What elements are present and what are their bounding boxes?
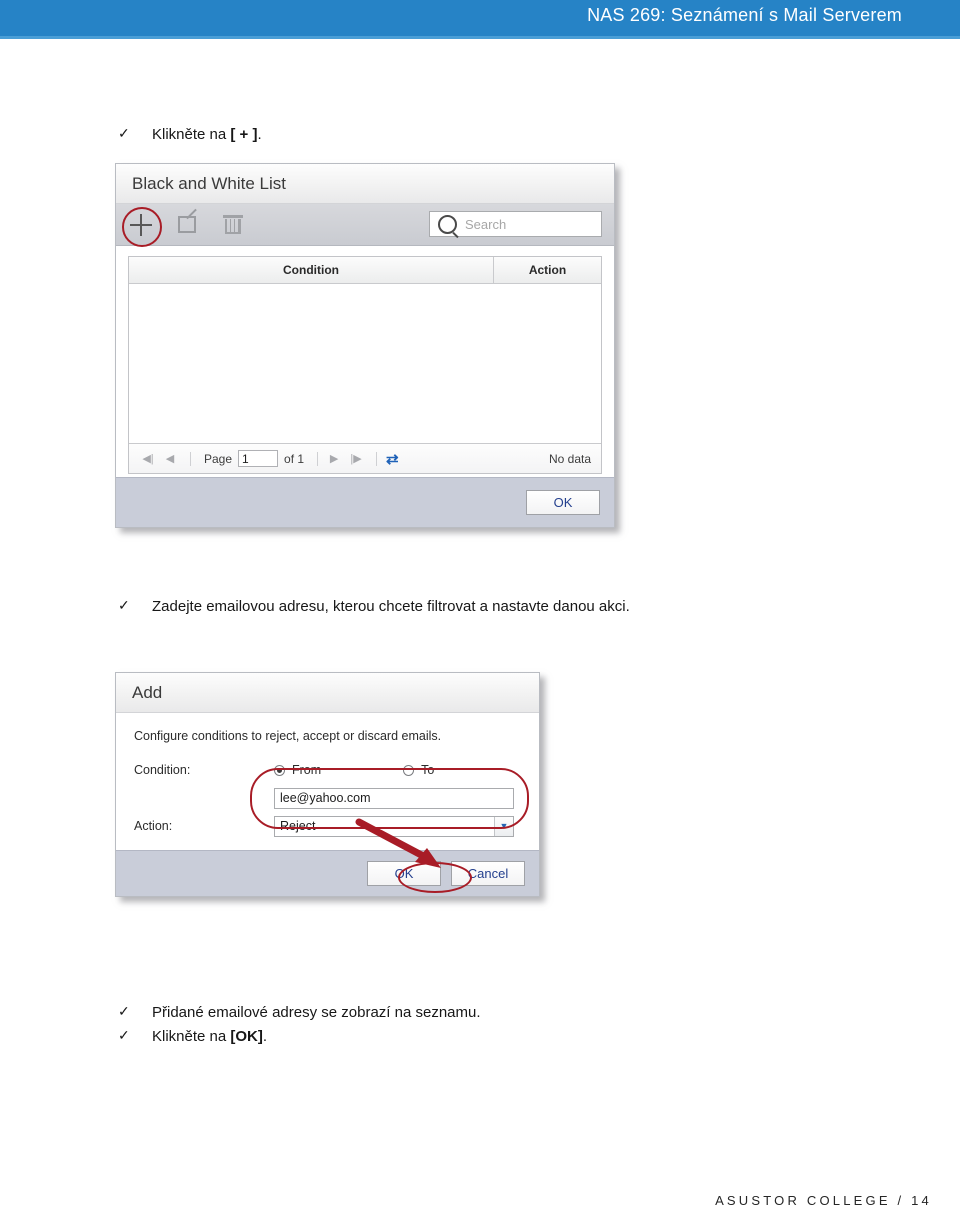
checkmark-icon: ✓ — [118, 1027, 130, 1043]
instruction-step-3: ✓ Přidané emailové adresy se zobrazí na … — [118, 1003, 481, 1023]
instruction-step-3-text: Přidané emailové adresy se zobrazí na se… — [152, 1004, 481, 1021]
pager-status: No data — [548, 451, 591, 466]
email-row — [134, 785, 539, 811]
step1-suffix: . — [257, 126, 262, 143]
trash-icon — [223, 215, 243, 234]
add-dialog: Add Configure conditions to reject, acce… — [115, 672, 540, 897]
add-dialog-footer: OK Cancel — [116, 850, 539, 896]
column-header-condition[interactable]: Condition — [129, 257, 494, 283]
radio-to[interactable]: To — [403, 763, 434, 777]
email-field[interactable] — [274, 787, 514, 809]
action-label: Action: — [134, 819, 173, 833]
step4-suffix: . — [262, 1028, 268, 1045]
instruction-step-1-text: Klikněte na [ + ]. — [152, 125, 262, 145]
page-label: Page — [204, 451, 233, 466]
instruction-step-1: ✓ Klikněte na [ + ]. — [118, 125, 262, 145]
grid-pager: ◀| ◀ Page of 1 ▶ |▶ ⇄ No data — [129, 443, 601, 473]
pager-divider-3 — [376, 451, 378, 466]
radio-to-label: To — [421, 763, 435, 777]
add-dialog-title: Add — [116, 673, 539, 713]
bw-ok-button[interactable]: OK — [526, 490, 600, 515]
checkmark-icon: ✓ — [118, 1003, 130, 1019]
page-of-label: of 1 — [284, 451, 305, 466]
instruction-step-4-text: Klikněte na [OK]. — [152, 1027, 267, 1047]
instruction-step-2-text: Zadejte emailovou adresu, kterou chcete … — [152, 598, 630, 615]
page-header-band: NAS 269: Seznámení s Mail Serverem — [0, 0, 960, 36]
prev-page-button[interactable]: ◀ — [161, 450, 179, 468]
search-icon — [438, 214, 457, 234]
page-number-input[interactable] — [238, 450, 279, 467]
pager-divider-1 — [190, 451, 191, 466]
add-dialog-body: Configure conditions to reject, accept o… — [116, 713, 539, 855]
delete-button[interactable] — [218, 210, 248, 240]
add-dialog-description: Configure conditions to reject, accept o… — [134, 729, 442, 743]
checkmark-icon: ✓ — [118, 125, 130, 141]
chevron-down-icon[interactable]: ▼ — [494, 816, 513, 836]
refresh-icon[interactable]: ⇄ — [386, 450, 399, 468]
condition-row: Condition: From To — [134, 757, 539, 783]
add-ok-button[interactable]: OK — [367, 861, 441, 886]
grid-header-row: Condition Action — [129, 257, 601, 284]
bw-data-grid: Condition Action ◀| ◀ Page of 1 ▶ |▶ ⇄ N… — [128, 256, 602, 474]
add-button[interactable] — [126, 210, 156, 240]
add-cancel-button[interactable]: Cancel — [451, 861, 525, 886]
bw-grid-wrapper: Condition Action ◀| ◀ Page of 1 ▶ |▶ ⇄ N… — [116, 246, 614, 474]
radio-to-indicator — [403, 764, 415, 776]
search-input[interactable]: Search — [429, 211, 602, 237]
action-selected-value: Reject — [280, 819, 316, 833]
page-title: NAS 269: Seznámení s Mail Serverem — [587, 5, 902, 25]
header-divider — [0, 36, 960, 39]
page-footer: ASUSTOR COLLEGE / 14 — [715, 1193, 932, 1208]
next-page-button[interactable]: ▶ — [325, 450, 343, 468]
grid-body-empty — [129, 284, 601, 443]
search-placeholder: Search — [465, 216, 507, 232]
step4-prefix: Klikněte na — [152, 1028, 231, 1045]
plus-icon — [130, 213, 152, 236]
pager-divider-2 — [317, 451, 319, 466]
bw-dialog-title: Black and White List — [116, 164, 614, 204]
first-page-button[interactable]: ◀| — [139, 450, 157, 468]
column-header-action[interactable]: Action — [494, 257, 601, 283]
edit-button[interactable] — [172, 210, 202, 240]
checkmark-icon: ✓ — [118, 597, 130, 613]
radio-from-label: From — [292, 763, 322, 777]
radio-from-indicator — [274, 764, 285, 776]
action-row: Action: Reject ▼ — [134, 813, 539, 839]
step1-bold: [ + ] — [230, 126, 258, 143]
condition-label: Condition: — [134, 763, 191, 777]
last-page-button[interactable]: |▶ — [347, 450, 365, 468]
radio-from[interactable]: From — [274, 763, 321, 777]
step1-prefix: Klikněte na — [152, 126, 231, 143]
instruction-step-2: ✓ Zadejte emailovou adresu, kterou chcet… — [118, 597, 630, 617]
instruction-step-4: ✓ Klikněte na [OK]. — [118, 1027, 267, 1047]
action-select[interactable]: Reject ▼ — [274, 815, 514, 837]
black-and-white-list-dialog: Black and White List Search Condition Ac… — [115, 163, 615, 528]
edit-icon — [178, 216, 196, 233]
bw-toolbar: Search — [116, 204, 614, 247]
bw-dialog-footer: OK — [116, 477, 614, 527]
step4-bold: [OK] — [230, 1028, 263, 1045]
